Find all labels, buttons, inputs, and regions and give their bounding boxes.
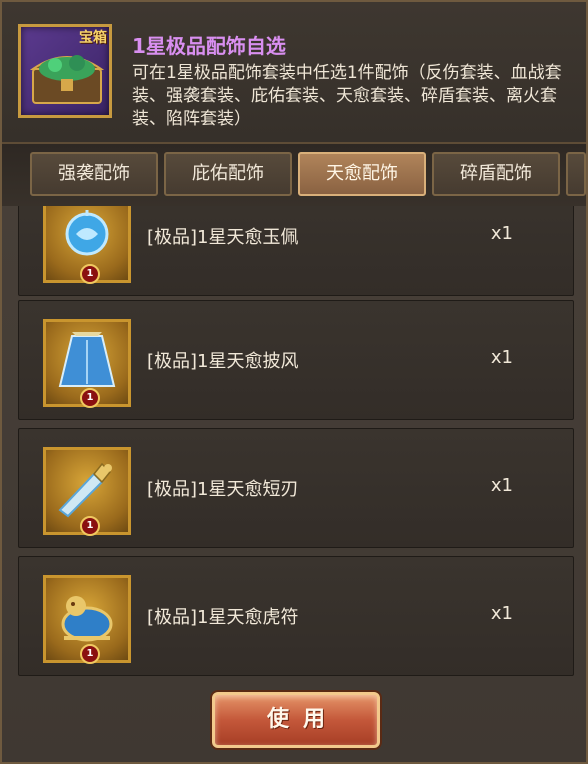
use-button[interactable]: 使用 xyxy=(212,692,380,748)
tab-label: 天愈配饰 xyxy=(326,163,398,184)
star-badge: 1 xyxy=(80,644,100,664)
tab-biyou[interactable]: 庇佑配饰 xyxy=(164,152,292,196)
list-item[interactable]: 1 [极品]1星天愈玉佩 x1 xyxy=(18,206,574,296)
item-name: [极品]1星天愈玉佩 xyxy=(147,227,299,248)
list-item[interactable]: 1 [极品]1星天愈短刃 x1 xyxy=(18,428,574,548)
star-badge: 1 xyxy=(80,516,100,536)
tab-next-partial[interactable] xyxy=(566,152,586,196)
item-name: [极品]1星天愈虎符 xyxy=(147,607,299,628)
chest-tag-label: 宝箱 xyxy=(79,30,107,46)
page-title: 1星极品配饰自选 xyxy=(132,34,286,58)
item-name: [极品]1星天愈披风 xyxy=(147,351,299,372)
item-quantity: x1 xyxy=(490,223,513,244)
item-quantity: x1 xyxy=(490,347,513,368)
star-badge: 1 xyxy=(80,264,100,284)
cape-icon: 1 xyxy=(43,319,131,408)
item-quantity: x1 xyxy=(490,475,513,496)
list-item[interactable]: 1 [极品]1星天愈披风 x1 xyxy=(18,300,574,420)
dagger-icon: 1 xyxy=(43,447,131,536)
panel-header: 宝箱 1星极品配饰自选 可在1星极品配饰套装中任选1件配饰（反伤套装、血战套装、… xyxy=(2,2,586,144)
tab-suidun[interactable]: 碎盾配饰 xyxy=(432,152,560,196)
tab-label: 强袭配饰 xyxy=(58,163,130,184)
item-list[interactable]: 1 [极品]1星天愈玉佩 x1 1 [极品]1星天愈披风 x1 1 [极品]1星… xyxy=(18,206,574,676)
tab-tianyu[interactable]: 天愈配饰 xyxy=(298,152,426,196)
item-description: 可在1星极品配饰套装中任选1件配饰（反伤套装、血战套装、强袭套装、庇佑套装、天愈… xyxy=(132,63,562,129)
tab-qiangxi[interactable]: 强袭配饰 xyxy=(30,152,158,196)
item-quantity: x1 xyxy=(490,603,513,624)
tiger-tally-icon: 1 xyxy=(43,575,131,664)
treasure-chest-icon: 宝箱 xyxy=(18,24,112,118)
list-item[interactable]: 1 [极品]1星天愈虎符 x1 xyxy=(18,556,574,676)
item-name: [极品]1星天愈短刃 xyxy=(147,479,299,500)
tab-label: 庇佑配饰 xyxy=(192,163,264,184)
star-badge: 1 xyxy=(80,388,100,408)
item-select-panel: 宝箱 1星极品配饰自选 可在1星极品配饰套装中任选1件配饰（反伤套装、血战套装、… xyxy=(0,0,588,764)
tab-label: 碎盾配饰 xyxy=(460,163,532,184)
jade-pendant-icon: 1 xyxy=(43,206,131,284)
category-tabs: 强袭配饰 庇佑配饰 天愈配饰 碎盾配饰 xyxy=(2,144,586,206)
